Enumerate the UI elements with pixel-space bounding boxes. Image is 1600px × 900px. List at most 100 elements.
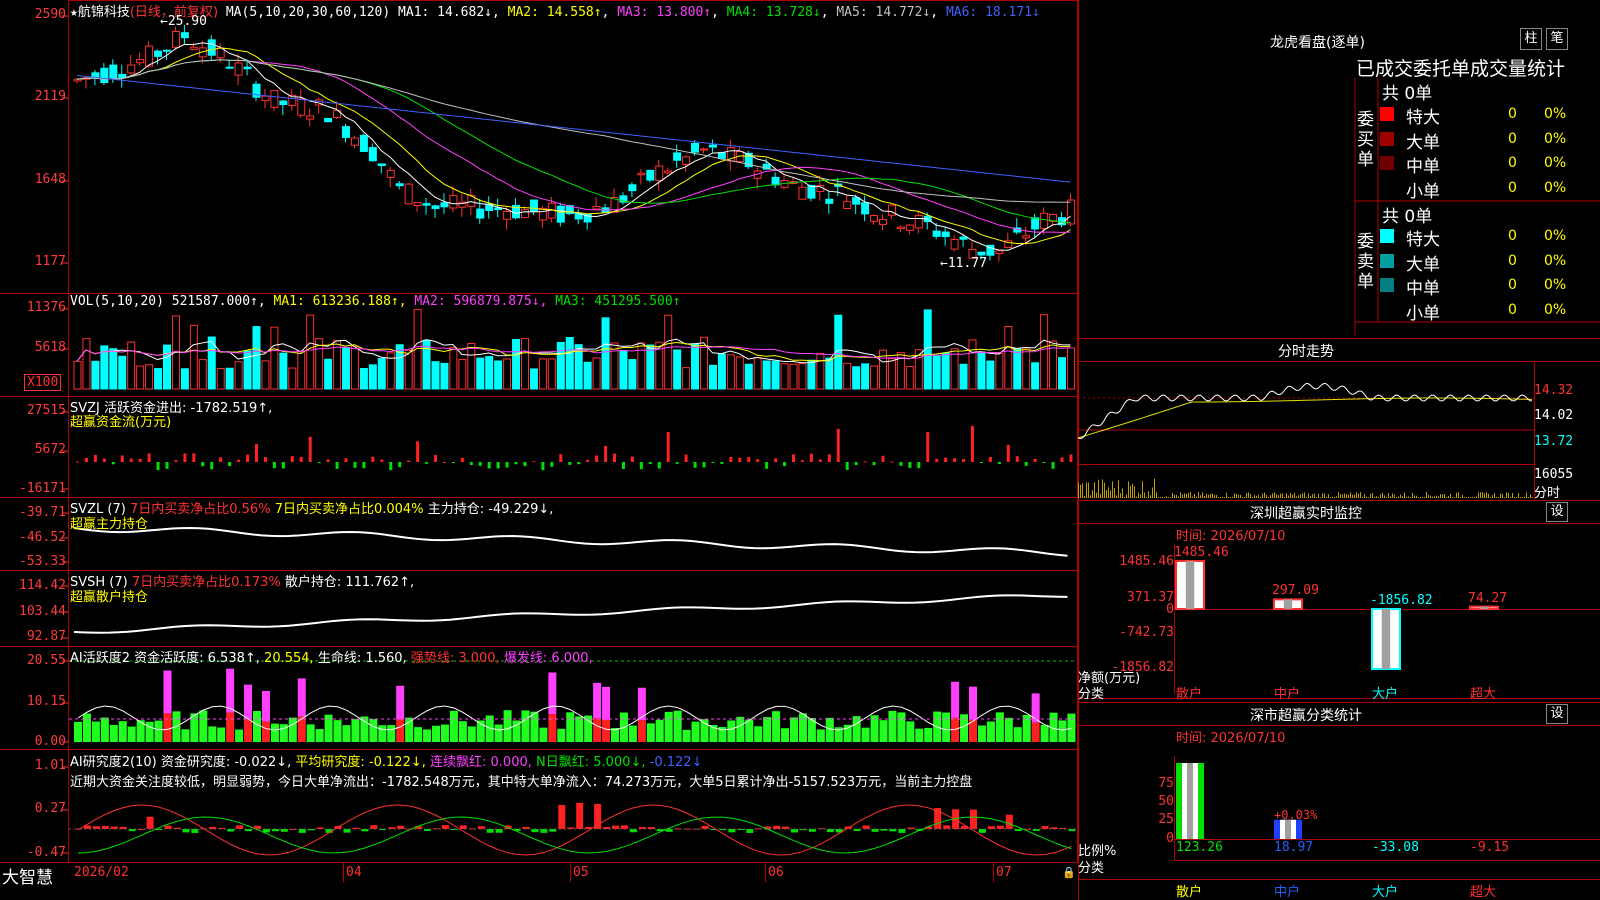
svzj-bar [120, 455, 124, 462]
volume-bar [556, 341, 565, 390]
candle-body [664, 170, 673, 174]
szm-bar-category: 大户 [1372, 687, 1399, 702]
ai2-bar [298, 829, 306, 833]
volume-bar [798, 363, 807, 390]
volume-bar [753, 356, 762, 390]
tick-view-button[interactable]: 笔 [1546, 28, 1568, 50]
ai1-bar [145, 721, 154, 742]
volume-bar [700, 336, 708, 390]
ai1-axis-2: 10.15 [26, 694, 66, 709]
ai1-bar [1058, 720, 1067, 742]
svzj-bar [872, 462, 876, 466]
intraday-vol-bar [1366, 496, 1367, 498]
svzj-bar [1069, 454, 1073, 462]
intraday-vol-bar [1268, 497, 1269, 498]
fs-title: 分时走势 [1278, 344, 1334, 360]
intraday-vol-bar [1188, 493, 1189, 498]
intraday-vol-bar [1448, 495, 1449, 498]
ma10-line [76, 47, 1071, 245]
volume-bar [646, 344, 655, 390]
brand-label[interactable]: 大智慧 [2, 863, 53, 888]
svzj-bar [219, 457, 223, 462]
szm-settings-button[interactable]: 设 [1546, 502, 1568, 522]
intraday-vol-bar [1204, 496, 1205, 498]
svzj-bar [469, 462, 473, 465]
svzj-bar [899, 462, 903, 466]
volume-bar [422, 339, 431, 390]
date-label-2: 04 [346, 865, 362, 880]
svzj-bar [76, 461, 79, 463]
volume-bar [377, 358, 386, 390]
intraday-vol-bar [1370, 493, 1371, 498]
ai1-hot-bar [602, 686, 611, 720]
ma6-value: MA6: 18.171↓ [945, 5, 1040, 20]
volume-bar [180, 368, 189, 390]
svzj-bar [434, 454, 437, 462]
intraday-chart[interactable] [1078, 364, 1534, 500]
lhb-row-pct: 0% [1544, 228, 1567, 244]
intraday-vol-bar [1262, 493, 1263, 498]
intraday-vol-bar [1386, 497, 1387, 498]
vol-unit[interactable]: X100 [24, 374, 62, 391]
intraday-vol-bar [1344, 493, 1345, 498]
ai1-bar [655, 719, 664, 742]
intraday-vol-bar [1270, 495, 1271, 498]
svzj-bar [174, 460, 178, 462]
ai1-bar [995, 712, 1004, 742]
svzj-bar [586, 459, 590, 462]
candle-body [324, 118, 333, 123]
kline-chart-area[interactable] [0, 0, 1078, 882]
szm-bar-category: 散户 [1176, 687, 1203, 702]
svzj-bar [129, 458, 133, 462]
ai1-bar [825, 717, 834, 742]
intraday-vol-bar [1280, 493, 1281, 498]
intraday-vol-bar [1234, 493, 1235, 498]
svzj-bar [1042, 462, 1046, 463]
intraday-vol-bar [1154, 478, 1155, 498]
candle-body [628, 184, 637, 192]
star-icon[interactable]: ★ [70, 5, 78, 20]
lhb-row: 中单 0 0% [1380, 152, 1600, 177]
ai1-bar [736, 716, 745, 742]
ai1-bar [118, 721, 127, 742]
candle-body [342, 126, 350, 138]
svzj-bar [890, 461, 894, 463]
ai1-bar [1040, 724, 1049, 742]
volume-bar [762, 360, 771, 390]
ai1-bar [208, 726, 217, 742]
intraday-vol-bar [1256, 495, 1257, 498]
svzj-bar [604, 445, 608, 462]
intraday-vol-bar [1190, 492, 1191, 498]
svzj-bar [380, 459, 384, 462]
bar-view-button[interactable]: 柱 [1520, 28, 1542, 50]
candle-body [207, 39, 216, 56]
svzj-bar [568, 462, 572, 465]
lock-icon[interactable]: 🔒 [1062, 866, 1076, 879]
szm-bar-category: 中户 [1274, 687, 1301, 702]
intraday-vol-bar [1122, 488, 1123, 498]
ma1-value: MA1: 14.682↓ [398, 5, 492, 20]
intraday-vol-bar [1126, 494, 1127, 498]
ai1-axis-3: 0.00 [34, 734, 66, 749]
intraday-vol-bar [1328, 494, 1329, 498]
volume-bar [368, 364, 377, 390]
intraday-vol-bar [1252, 497, 1253, 498]
ai1-bar [333, 720, 342, 742]
svzj-bar [237, 459, 241, 462]
candle-body [377, 163, 386, 167]
svzj-bar [577, 462, 581, 465]
intraday-vol-bar [1380, 494, 1381, 498]
intraday-vol-bar [1240, 494, 1241, 498]
svzj-bar [514, 462, 518, 465]
intraday-vol-bar [1292, 494, 1293, 498]
svzj-bar [425, 462, 429, 464]
ai1-bar [181, 729, 190, 742]
szc-settings-button[interactable]: 设 [1546, 704, 1568, 724]
svzj-bar [827, 454, 831, 462]
ma60-line [76, 59, 1071, 203]
ai1-bar [74, 721, 82, 742]
intraday-vol-bar [1506, 492, 1507, 498]
stock-name[interactable]: 航锦科技 [78, 5, 130, 20]
price-axis-4: 1177 [34, 254, 66, 269]
szm-bar-value: 74.27 [1468, 590, 1508, 606]
